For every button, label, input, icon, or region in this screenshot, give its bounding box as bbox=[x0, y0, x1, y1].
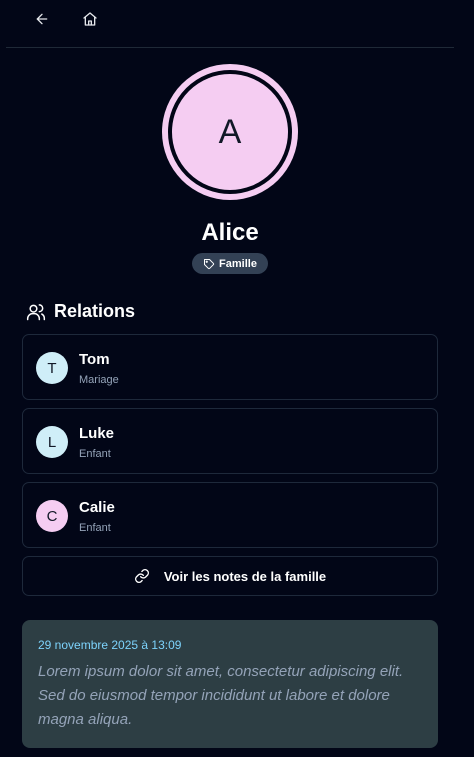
profile-name: Alice bbox=[201, 219, 259, 246]
family-notes-label: Voir les notes de la famille bbox=[163, 568, 327, 584]
relation-name: Luke bbox=[79, 425, 115, 442]
avatar: L bbox=[36, 426, 68, 458]
relation-type: Enfant bbox=[79, 522, 111, 534]
profile-avatar-initial: A bbox=[168, 70, 292, 194]
note-date: 29 novembre 2025 à 13:09 bbox=[38, 638, 182, 652]
relation-card-luke[interactable]: L Luke Enfant bbox=[22, 408, 438, 474]
note-text: Lorem ipsum dolor sit amet, consectetur … bbox=[38, 663, 404, 728]
profile-avatar: A bbox=[162, 64, 298, 200]
tag-icon bbox=[204, 258, 215, 269]
relation-card-tom[interactable]: T Tom Mariage bbox=[22, 334, 438, 400]
family-tag-label: Famille bbox=[219, 257, 257, 270]
relation-type: Mariage bbox=[79, 374, 119, 386]
relations-header: Relations bbox=[26, 301, 135, 322]
family-tag: Famille bbox=[192, 253, 268, 274]
avatar: C bbox=[36, 500, 68, 532]
link-icon bbox=[134, 569, 149, 583]
top-divider bbox=[6, 47, 454, 48]
relations-title: Relations bbox=[54, 301, 136, 321]
family-notes-button[interactable]: Voir les notes de la famille bbox=[22, 556, 438, 596]
back-button[interactable] bbox=[31, 8, 53, 30]
home-button[interactable] bbox=[79, 8, 101, 30]
relation-card-calie[interactable]: C Calie Enfant bbox=[22, 482, 438, 548]
home-icon bbox=[83, 12, 97, 26]
relation-name: Calie bbox=[79, 499, 115, 516]
note-card: 29 novembre 2025 à 13:09 Lorem ipsum dol… bbox=[22, 620, 438, 748]
top-bar bbox=[0, 0, 474, 48]
users-icon bbox=[26, 303, 46, 320]
avatar: T bbox=[36, 352, 68, 384]
relation-type: Enfant bbox=[79, 448, 111, 460]
arrow-left-icon bbox=[36, 13, 48, 25]
relation-name: Tom bbox=[79, 351, 110, 368]
